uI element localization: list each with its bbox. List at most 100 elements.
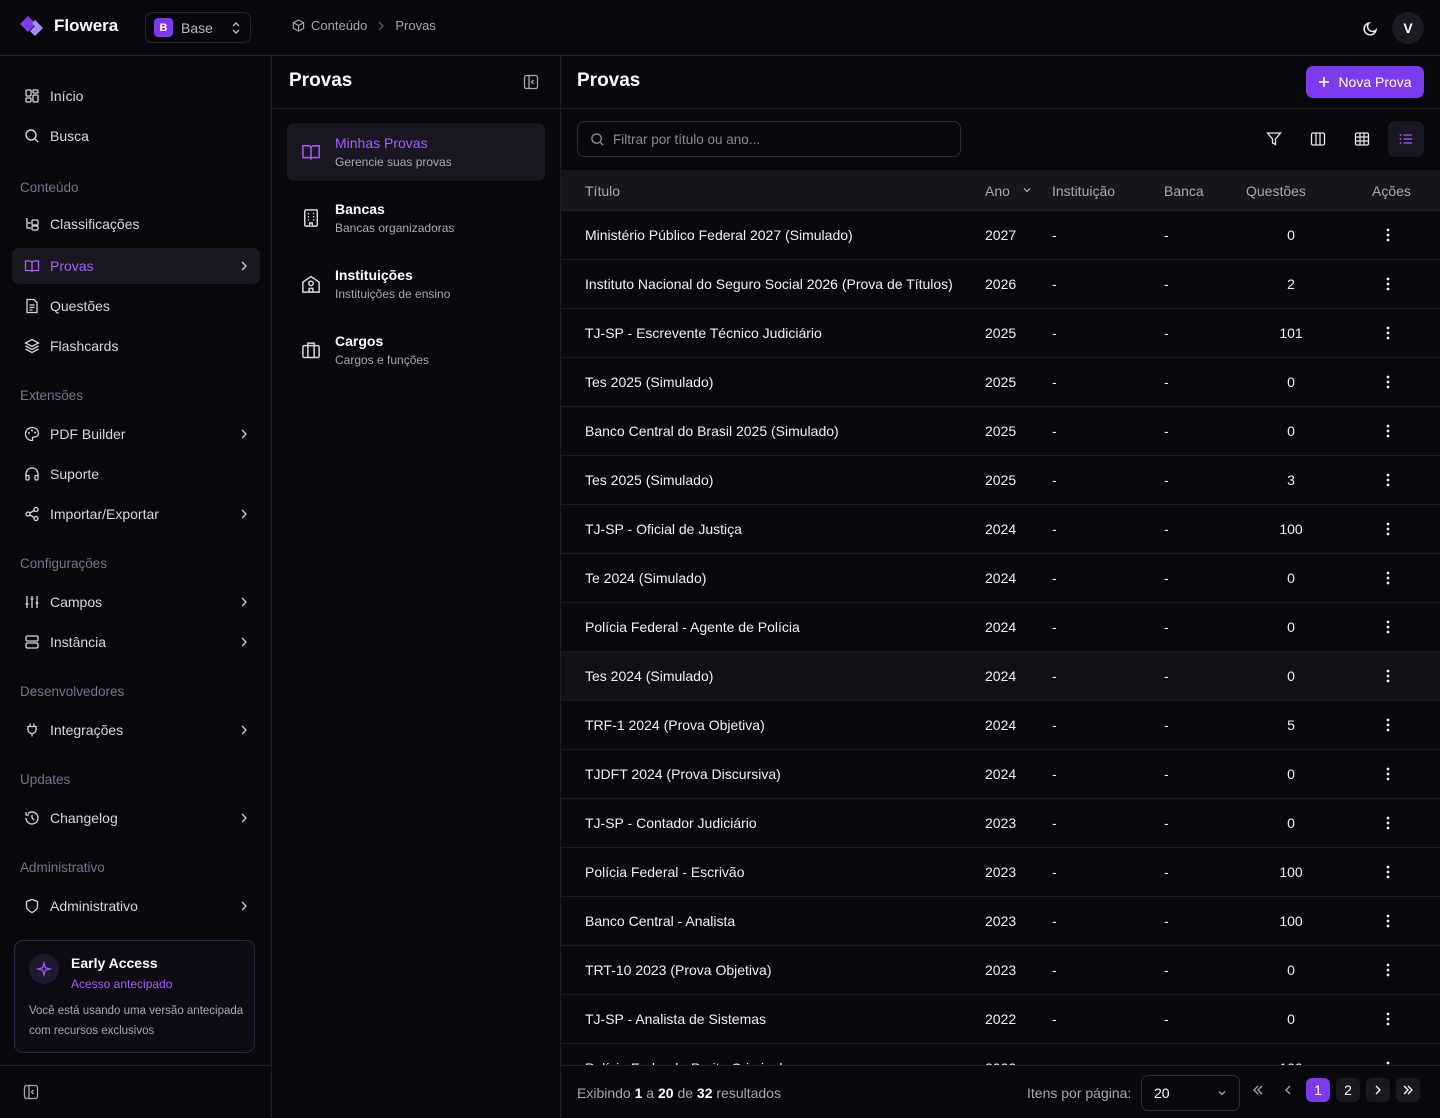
cell-title: TJ-SP - Oficial de Justiça bbox=[585, 521, 742, 537]
sidebar-item-importar-exportar[interactable]: Importar/Exportar bbox=[12, 496, 260, 532]
table-row[interactable]: Tes 2025 (Simulado) 2025 - - 3 bbox=[561, 456, 1440, 505]
table-row[interactable]: TJDFT 2024 (Prova Discursiva) 2024 - - 0 bbox=[561, 750, 1440, 799]
more-vertical-icon[interactable] bbox=[1385, 472, 1391, 488]
subpanel-item-minhas-provas[interactable]: Minhas Provas Gerencie suas provas bbox=[287, 123, 545, 181]
chevrons-left-icon bbox=[1252, 1084, 1264, 1096]
new-prova-button[interactable]: Nova Prova bbox=[1306, 66, 1424, 98]
column-header-questoes[interactable]: Questões bbox=[1246, 183, 1306, 199]
panel-collapse-icon[interactable] bbox=[523, 74, 539, 90]
sidebar-item-questoes[interactable]: Questões bbox=[12, 288, 260, 324]
more-vertical-icon[interactable] bbox=[1385, 276, 1391, 292]
chevron-right-icon bbox=[240, 428, 248, 440]
list-view-button[interactable] bbox=[1388, 121, 1424, 157]
table-row[interactable]: TJ-SP - Analista de Sistemas 2022 - - 0 bbox=[561, 995, 1440, 1044]
subpanel-item-bancas[interactable]: Bancas Bancas organizadoras bbox=[287, 189, 545, 247]
table-row[interactable]: Polícia Federal - Perito Criminal2022--1… bbox=[561, 1044, 1440, 1065]
page-1-button[interactable]: 1 bbox=[1306, 1078, 1330, 1102]
page-title: Provas bbox=[577, 70, 641, 91]
page-2-button[interactable]: 2 bbox=[1336, 1078, 1360, 1102]
sidebar-item-flashcards[interactable]: Flashcards bbox=[12, 328, 260, 364]
column-header-banca[interactable]: Banca bbox=[1164, 183, 1204, 199]
breadcrumb-item-provas[interactable]: Provas bbox=[395, 18, 435, 33]
cell-ano: 2024 bbox=[985, 619, 1017, 635]
more-vertical-icon[interactable] bbox=[1385, 374, 1391, 390]
more-vertical-icon[interactable] bbox=[1385, 766, 1391, 782]
sidebar-item-pdf-builder[interactable]: PDF Builder bbox=[12, 416, 260, 452]
per-page-select[interactable]: 20 bbox=[1141, 1075, 1240, 1111]
cell-title: Te 2024 (Simulado) bbox=[585, 570, 707, 586]
moon-icon[interactable] bbox=[1362, 19, 1380, 37]
table-row[interactable]: Banco Central do Brasil 2025 (Simulado) 2… bbox=[561, 407, 1440, 456]
more-vertical-icon[interactable] bbox=[1385, 962, 1391, 978]
table-row[interactable]: TJ-SP - Contador Judiciário 2023 - - 0 bbox=[561, 799, 1440, 848]
sidebar-item-instancia[interactable]: Instância bbox=[12, 624, 260, 660]
grid-view-button[interactable] bbox=[1344, 121, 1380, 157]
table-row[interactable]: Te 2024 (Simulado) 2024 - - 0 bbox=[561, 554, 1440, 603]
more-vertical-icon[interactable] bbox=[1385, 423, 1391, 439]
cell-banca: - bbox=[1164, 668, 1169, 684]
more-vertical-icon[interactable] bbox=[1385, 570, 1391, 586]
column-header-instituicao[interactable]: Instituição bbox=[1052, 183, 1115, 199]
cell-ano: 2027 bbox=[985, 227, 1017, 243]
sidebar-item-label: Importar/Exportar bbox=[50, 506, 159, 522]
column-header-ano[interactable]: Ano bbox=[985, 183, 1010, 199]
subpanel-header: Provas bbox=[273, 56, 561, 109]
table-row[interactable]: Polícia Federal - Agente de Polícia 2024 -… bbox=[561, 603, 1440, 652]
last-page-button[interactable] bbox=[1396, 1078, 1420, 1102]
cell-banca: - bbox=[1164, 374, 1169, 390]
workspace-name: Base bbox=[181, 19, 213, 36]
search-input[interactable] bbox=[613, 131, 933, 147]
sidebar-item-administrativo[interactable]: Administrativo bbox=[12, 888, 260, 924]
sidebar-item-provas[interactable]: Provas bbox=[12, 248, 260, 284]
sidebar-item-busca[interactable]: Busca bbox=[12, 118, 260, 154]
results-from: 1 bbox=[634, 1085, 643, 1101]
table-row[interactable]: Banco Central - Analista 2023 - - 100 bbox=[561, 897, 1440, 946]
more-vertical-icon[interactable] bbox=[1385, 521, 1391, 537]
table-row[interactable]: TJ-SP - Escrevente Técnico Judiciário 202… bbox=[561, 309, 1440, 358]
columns-view-button[interactable] bbox=[1300, 121, 1336, 157]
more-vertical-icon[interactable] bbox=[1385, 619, 1391, 635]
sidebar-item-campos[interactable]: Campos bbox=[12, 584, 260, 620]
cell-questoes: 0 bbox=[1287, 815, 1295, 831]
sidebar-item-integracoes[interactable]: Integrações bbox=[12, 712, 260, 748]
prev-page-button[interactable] bbox=[1276, 1078, 1300, 1102]
cell-questoes: 100 bbox=[1279, 864, 1303, 880]
more-vertical-icon[interactable] bbox=[1385, 717, 1391, 733]
next-page-button[interactable] bbox=[1366, 1078, 1390, 1102]
more-vertical-icon[interactable] bbox=[1385, 668, 1391, 684]
workspace-switcher[interactable]: B Base bbox=[145, 12, 251, 43]
chevron-down-icon[interactable] bbox=[1022, 185, 1032, 195]
more-vertical-icon[interactable] bbox=[1385, 864, 1391, 880]
column-header-titulo[interactable]: Título bbox=[585, 183, 620, 199]
sidebar-item-classificacoes[interactable]: Classificações bbox=[12, 206, 260, 242]
table-row[interactable]: Ministério Público Federal 2027 (Simulad… bbox=[561, 211, 1440, 260]
cell-banca: - bbox=[1164, 619, 1169, 635]
cell-banca: - bbox=[1164, 276, 1169, 292]
more-vertical-icon[interactable] bbox=[1385, 227, 1391, 243]
breadcrumb-item-conteudo[interactable]: Conteúdo bbox=[292, 18, 367, 33]
brand[interactable]: Flowera bbox=[18, 14, 118, 38]
early-access-text: Você está usando uma versão antecipada c… bbox=[29, 1005, 244, 1037]
table-row[interactable]: TRT-10 2023 (Prova Objetiva) 2023 - - 0 bbox=[561, 946, 1440, 995]
subpanel-item-cargos[interactable]: Cargos Cargos e funções bbox=[287, 321, 545, 379]
table-row[interactable]: Polícia Federal - Escrivão 2023 - - 100 bbox=[561, 848, 1440, 897]
sidebar-item-inicio[interactable]: Início bbox=[12, 78, 260, 114]
more-vertical-icon[interactable] bbox=[1385, 815, 1391, 831]
sidebar-item-changelog[interactable]: Changelog bbox=[12, 800, 260, 836]
table-row[interactable]: TRF-1 2024 (Prova Objetiva) 2024 - - 5 bbox=[561, 701, 1440, 750]
panel-left-icon[interactable] bbox=[23, 1084, 39, 1100]
table-row[interactable]: Instituto Nacional do Seguro Social 2026… bbox=[561, 260, 1440, 309]
more-vertical-icon[interactable] bbox=[1385, 1011, 1391, 1027]
subpanel-item-instituicoes[interactable]: Instituições Instituições de ensino bbox=[287, 255, 545, 313]
first-page-button[interactable] bbox=[1246, 1078, 1270, 1102]
sidebar-item-suporte[interactable]: Suporte bbox=[12, 456, 260, 492]
more-vertical-icon[interactable] bbox=[1385, 325, 1391, 341]
avatar[interactable]: V bbox=[1392, 12, 1424, 44]
cell-questoes: 5 bbox=[1287, 717, 1295, 733]
table-row[interactable]: Tes 2025 (Simulado) 2025 - - 0 bbox=[561, 358, 1440, 407]
table-row[interactable]: Tes 2024 (Simulado) 2024 - - 0 bbox=[561, 652, 1440, 701]
table-row[interactable]: TJ-SP - Oficial de Justiça 2024 - - 100 bbox=[561, 505, 1440, 554]
cell-questoes: 0 bbox=[1287, 423, 1295, 439]
filter-button[interactable] bbox=[1256, 121, 1292, 157]
more-vertical-icon[interactable] bbox=[1385, 913, 1391, 929]
